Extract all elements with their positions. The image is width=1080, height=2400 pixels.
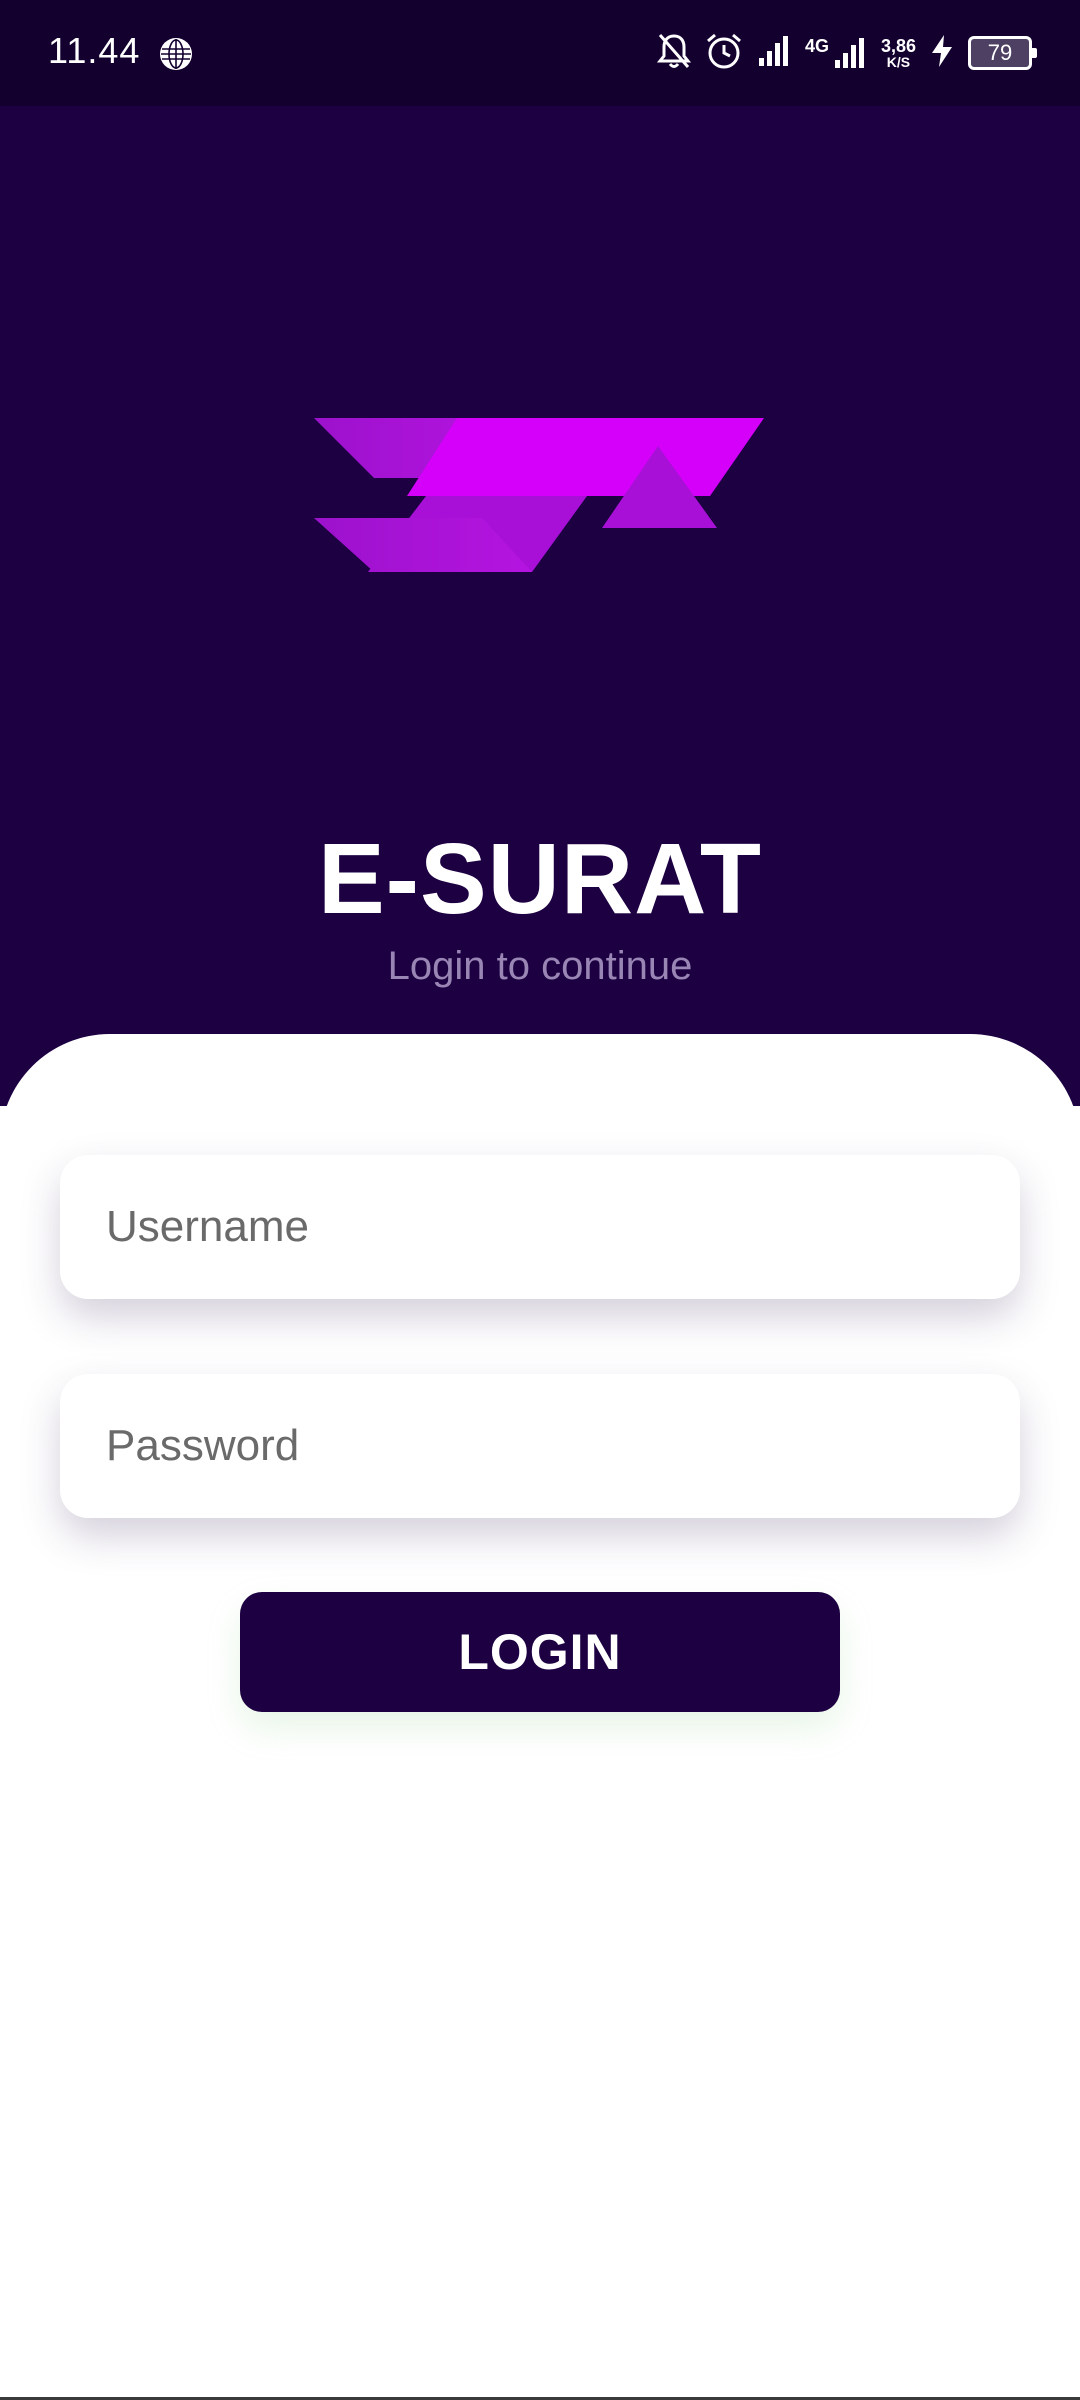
network-speed: 3,86 K/S [881, 37, 916, 69]
status-time: 11.44 [48, 30, 141, 71]
signal-icon [757, 34, 791, 73]
login-button[interactable]: LOGIN [240, 1592, 840, 1712]
charging-icon [930, 34, 954, 73]
speed-value: 3,86 [880, 36, 916, 56]
status-icons: 4G 3,86 K/S 79 [656, 28, 1037, 78]
password-field[interactable] [60, 1374, 1020, 1518]
signal-4g-icon: 4G [805, 36, 867, 70]
app-title: E-SURAT [317, 823, 762, 935]
username-field[interactable] [60, 1155, 1020, 1299]
alarm-icon [705, 32, 743, 75]
speed-unit: K/S [886, 54, 911, 70]
status-bar: 11.44 4G 3,86 K/S 79 [0, 0, 1080, 106]
battery-icon: 79 [968, 36, 1037, 70]
network-type-label: 4G [804, 36, 829, 56]
bell-off-icon [656, 32, 692, 75]
battery-level: 79 [987, 40, 1013, 65]
e-surat-logo [312, 310, 768, 690]
login-subtitle: Login to continue [387, 944, 693, 988]
globe-icon [158, 36, 194, 77]
